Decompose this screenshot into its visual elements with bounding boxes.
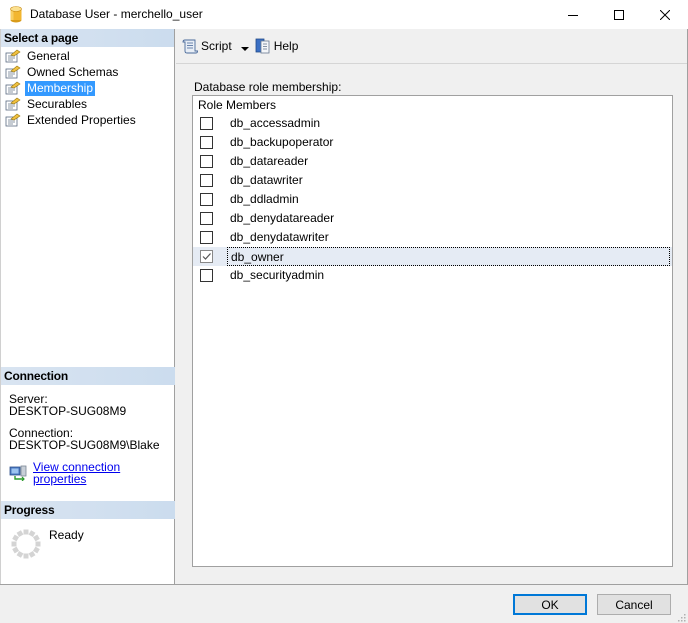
server-value: DESKTOP-SUG08M9 (9, 404, 127, 418)
role-checkbox[interactable] (200, 174, 213, 187)
spinner-segment (23, 529, 29, 535)
role-row[interactable]: db_backupoperator (193, 133, 672, 152)
help-label: Help (273, 39, 299, 53)
minimize-button[interactable] (550, 0, 596, 29)
left-pane: Select a page General Owned Schemas Member… (0, 29, 175, 584)
script-button[interactable]: Script (182, 38, 232, 54)
resize-grip-icon[interactable] (676, 611, 686, 622)
role-row[interactable]: db_datareader (193, 152, 672, 171)
page-item-label: Securables (27, 96, 88, 111)
role-checkbox[interactable] (200, 193, 213, 206)
role-checkbox[interactable] (200, 155, 213, 168)
toolbar: Script Help (176, 29, 687, 64)
role-checkbox[interactable] (200, 269, 213, 282)
role-membership-label: Database role membership: (194, 80, 342, 94)
spinner-segment (11, 541, 17, 547)
spinner-segment (28, 530, 36, 538)
role-name: db_owner (227, 247, 670, 266)
spinner-segment (28, 550, 36, 558)
role-checkbox[interactable] (200, 212, 213, 225)
page-item-label: General (27, 48, 70, 63)
page-list: General Owned Schemas Membership Securables… (1, 47, 174, 128)
role-row[interactable]: db_owner (193, 247, 672, 266)
role-name: db_datareader (230, 154, 309, 168)
view-connection-properties-link-row[interactable]: View connection properties (9, 461, 175, 485)
page-item-label: Owned Schemas (27, 64, 119, 79)
property-page-icon (5, 49, 21, 63)
role-name: db_accessadmin (230, 116, 321, 130)
progress-status: Ready (49, 528, 84, 542)
role-row[interactable]: db_securityadmin (193, 266, 672, 285)
minimize-icon (568, 14, 578, 16)
connection-properties-icon (9, 465, 27, 482)
role-name: db_ddladmin (230, 192, 299, 206)
progress-section: Progress Ready (1, 501, 175, 579)
spinner-segment (32, 546, 40, 554)
right-pane: Script Help Database role membership: Ro… (176, 29, 688, 584)
spinner-segment (12, 534, 20, 542)
maximize-button[interactable] (596, 0, 642, 29)
script-icon (182, 38, 198, 54)
select-page-header: Select a page (1, 29, 174, 47)
spinner-segment (23, 553, 29, 559)
database-icon (10, 6, 22, 23)
spinner-segment (16, 550, 24, 558)
spinner-segment (16, 530, 24, 538)
role-checkbox[interactable] (200, 136, 213, 149)
view-connection-properties-link[interactable]: View connection properties (33, 461, 175, 485)
role-row[interactable]: db_datawriter (193, 171, 672, 190)
page-item-label: Extended Properties (27, 112, 136, 127)
role-name: db_denydatareader (230, 211, 335, 225)
page-item-membership[interactable]: Membership (1, 80, 174, 96)
role-name: db_datawriter (230, 173, 303, 187)
title-bar: Database User - merchello_user (0, 0, 688, 29)
dialog-footer: OK Cancel (0, 584, 688, 623)
close-button[interactable] (642, 0, 688, 29)
role-checkbox[interactable] (200, 250, 213, 263)
help-icon (255, 38, 271, 54)
close-icon (660, 9, 670, 20)
role-row[interactable]: db_denydatawriter (193, 228, 672, 247)
maximize-icon (614, 9, 624, 20)
checkmark-icon (202, 253, 211, 260)
window-title: Database User - merchello_user (30, 7, 203, 21)
role-name: db_securityadmin (230, 268, 325, 282)
role-name: db_denydatawriter (230, 230, 329, 244)
role-row[interactable]: db_ddladmin (193, 190, 672, 209)
role-checkbox[interactable] (200, 117, 213, 130)
cancel-button[interactable]: Cancel (597, 594, 671, 615)
script-dropdown-arrow-icon[interactable] (240, 42, 249, 51)
spinner-segment (12, 546, 20, 554)
help-button[interactable]: Help (255, 38, 299, 54)
page-item-securables[interactable]: Securables (1, 96, 174, 112)
role-members-list[interactable]: Role Members db_accessadmin db_backupoper… (192, 95, 673, 567)
progress-header: Progress (1, 501, 175, 519)
connection-header: Connection (1, 367, 175, 385)
role-name: db_backupoperator (230, 135, 334, 149)
property-page-icon (5, 113, 21, 127)
spinner-segment (35, 541, 41, 547)
property-page-icon (5, 97, 21, 111)
page-item-general[interactable]: General (1, 48, 174, 64)
role-members-header: Role Members (198, 98, 277, 112)
property-page-icon (5, 81, 21, 95)
property-page-icon (5, 65, 21, 79)
connection-value: DESKTOP-SUG08M9\Blake (9, 438, 160, 452)
role-checkbox[interactable] (200, 231, 213, 244)
role-row[interactable]: db_denydatareader (193, 209, 672, 228)
spinner-segment (32, 534, 40, 542)
script-label: Script (201, 39, 232, 53)
role-row[interactable]: db_accessadmin (193, 114, 672, 133)
page-item-extended-properties[interactable]: Extended Properties (1, 112, 174, 128)
connection-section: Connection Server: DESKTOP-SUG08M9 Conne… (1, 367, 175, 485)
page-item-label: Membership (25, 80, 96, 96)
page-item-owned-schemas[interactable]: Owned Schemas (1, 64, 174, 80)
progress-spinner-icon (10, 528, 42, 560)
ok-button[interactable]: OK (513, 594, 587, 615)
